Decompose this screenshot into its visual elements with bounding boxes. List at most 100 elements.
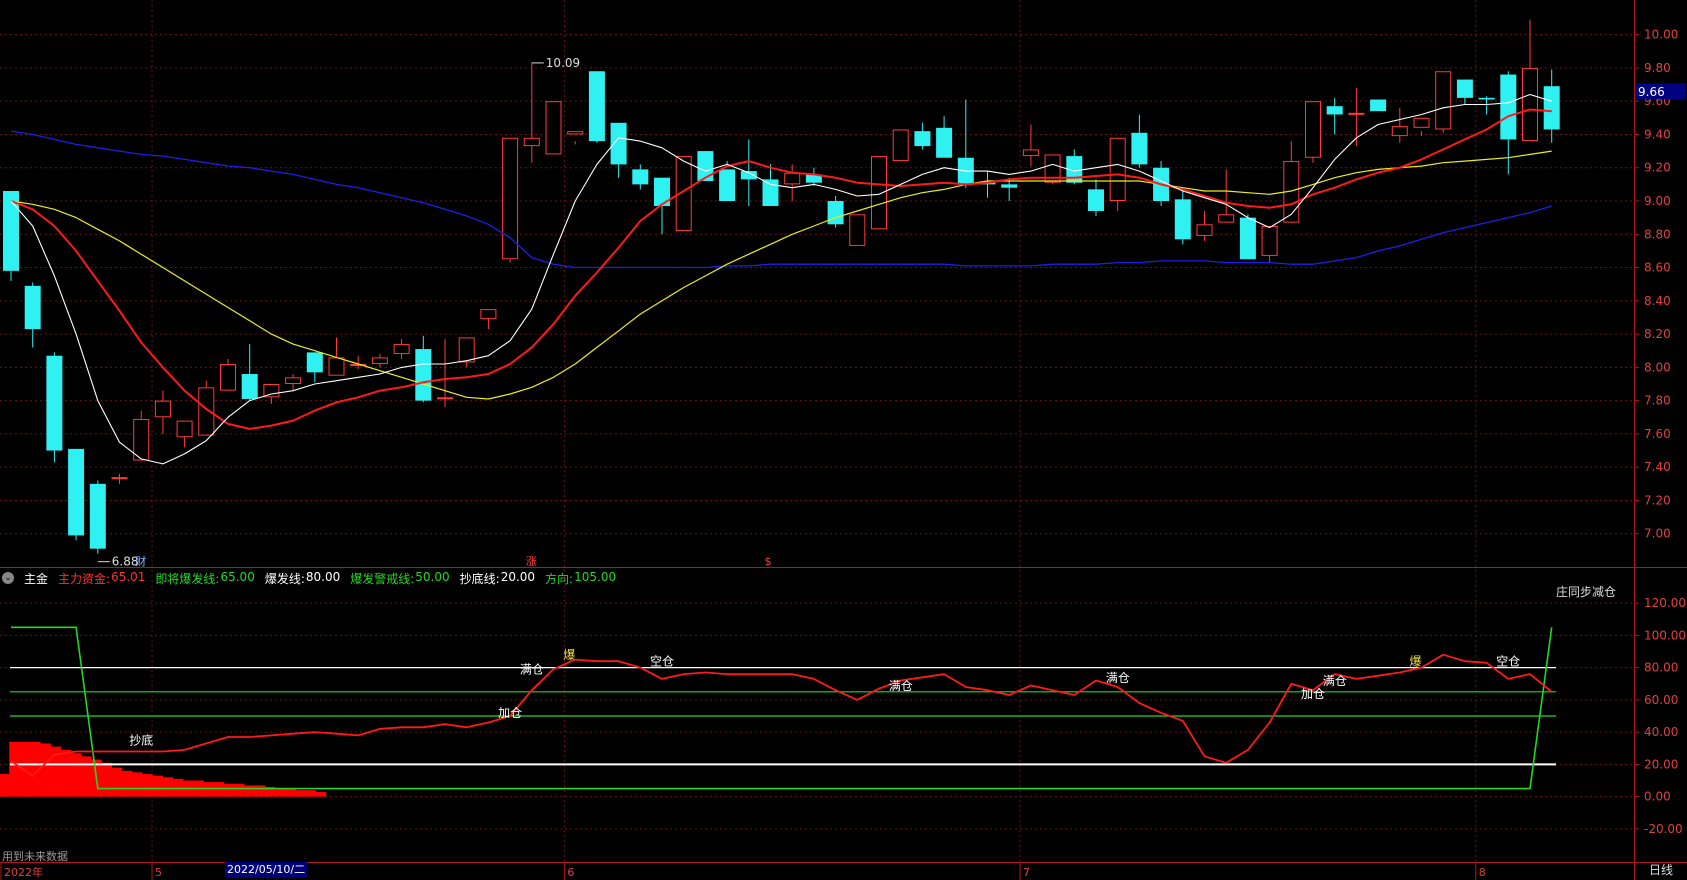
candle-body	[154, 400, 171, 418]
candle-body	[762, 179, 779, 206]
price-axis-label: 8.40	[1644, 294, 1671, 308]
candle	[241, 344, 258, 401]
candle	[523, 62, 540, 163]
stock-chart[interactable]: 10.009.809.609.409.209.008.808.608.408.2…	[0, 0, 1687, 880]
candle-body	[545, 101, 562, 155]
candle-body	[1239, 217, 1256, 260]
candle	[567, 131, 584, 145]
candle	[957, 99, 974, 188]
candle	[892, 129, 909, 162]
signal-label: 爆	[1410, 655, 1422, 669]
indicator-name[interactable]: 主金	[24, 570, 48, 587]
candle	[1066, 149, 1083, 185]
indicator-field-direction: 方向: 105.00	[545, 569, 617, 586]
candle	[1283, 141, 1300, 223]
candle	[89, 480, 106, 554]
candle-body	[111, 477, 128, 480]
candle	[1413, 117, 1430, 137]
candle-body	[415, 349, 432, 401]
candle-body	[827, 201, 844, 225]
period-button[interactable]: 日线	[1649, 861, 1673, 878]
price-axis-label: 8.80	[1644, 227, 1671, 241]
candle	[1088, 179, 1104, 216]
fund-bar	[305, 790, 316, 797]
candle-body	[697, 151, 714, 182]
ma20-line	[10, 150, 1552, 400]
candle	[1261, 225, 1278, 263]
candle-body	[1348, 112, 1365, 115]
indicator-field-bottom: 抄底线: 20.00	[459, 569, 536, 586]
signal-label: 满仓	[1323, 674, 1347, 688]
x-axis-label: 7	[1023, 866, 1030, 879]
fund-bar	[315, 791, 327, 797]
fund-bar	[223, 783, 235, 797]
candle-body	[480, 309, 497, 320]
current-price-label: 9.66	[1638, 85, 1665, 99]
indicator-field-burst: 爆发线: 80.00	[264, 569, 341, 586]
fund-bar	[80, 756, 92, 797]
candle	[697, 151, 714, 182]
candle-body	[1522, 67, 1538, 142]
fund-bar	[162, 777, 174, 797]
candle-body	[914, 131, 931, 147]
fund-line	[10, 653, 1553, 777]
candle	[1131, 114, 1148, 168]
indicator-axis-label: 80.00	[1644, 661, 1678, 675]
fund-bar	[284, 788, 296, 797]
candle-body	[176, 420, 193, 438]
price-axis-label: 7.20	[1644, 493, 1671, 507]
future-data-note: 用到未来数据	[2, 850, 68, 863]
event-marker: 财	[135, 554, 146, 568]
candle-body	[936, 127, 953, 158]
candle	[306, 352, 323, 383]
candle-body	[719, 169, 736, 201]
candle-body	[68, 448, 85, 536]
candle-body	[849, 214, 866, 246]
candle-body	[1305, 101, 1321, 158]
candle-body	[632, 169, 649, 185]
candle-body	[871, 156, 887, 230]
price-axis-label: 8.20	[1644, 327, 1671, 341]
collapse-indicator-icon[interactable]: ⌄	[2, 572, 14, 584]
indicator-axis-label: -20.00	[1644, 822, 1683, 836]
candle	[936, 116, 953, 158]
candle-body	[610, 122, 627, 165]
indicator-info-bar: ⌄ 主金 主力资金: 65.01 即将爆发线: 65.00 爆发线: 80.00 爆发…	[2, 569, 616, 587]
candle-body	[24, 285, 41, 330]
candle-body	[1370, 99, 1387, 112]
candle-body	[1109, 137, 1126, 201]
fund-bar	[294, 790, 306, 797]
candle	[133, 410, 150, 461]
candle-body	[1001, 184, 1018, 188]
candle-body	[133, 418, 150, 461]
candle	[871, 156, 887, 230]
candle	[1391, 107, 1408, 143]
candle	[1522, 19, 1538, 142]
x-axis-label: 5	[155, 866, 162, 879]
candle-body	[567, 131, 584, 135]
fund-bar	[39, 743, 51, 797]
candle-body	[1500, 74, 1517, 140]
candle-body	[784, 172, 801, 185]
signal-label: 抄底	[129, 733, 153, 748]
candle-body	[1261, 225, 1278, 256]
x-axis-label: 8	[1479, 866, 1486, 879]
candle-body	[285, 377, 302, 385]
price-axis-label: 10.00	[1644, 28, 1678, 42]
candle	[68, 448, 85, 541]
price-axis-label: 9.80	[1644, 61, 1671, 75]
candle-body	[1435, 71, 1452, 130]
candle-body	[1478, 97, 1495, 100]
candle	[805, 167, 822, 187]
signal-label: 空仓	[650, 655, 674, 669]
candle-body	[502, 137, 519, 260]
candle	[1435, 71, 1452, 133]
candle	[393, 339, 410, 360]
price-axis-label: 8.00	[1644, 360, 1671, 374]
fund-bar	[233, 783, 245, 797]
candle-body	[263, 384, 280, 398]
signal-label: 满仓	[1106, 671, 1130, 685]
price-axis-label: 9.20	[1644, 161, 1671, 175]
candle	[784, 164, 801, 201]
candle-body	[89, 483, 106, 549]
